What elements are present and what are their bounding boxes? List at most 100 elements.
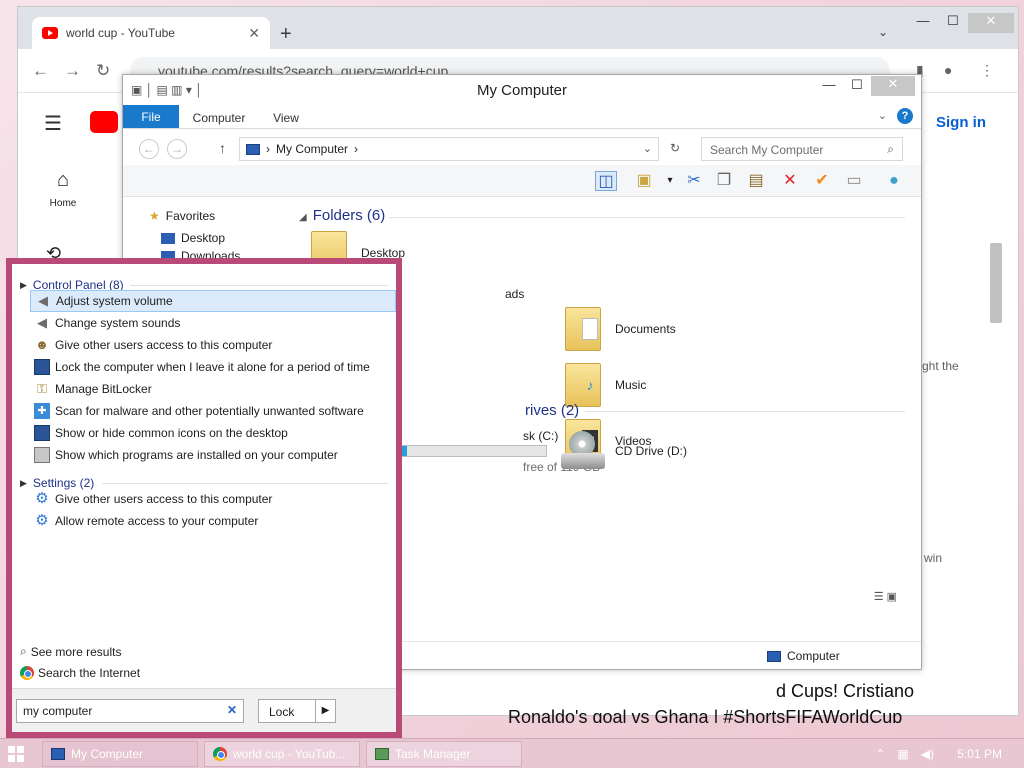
tab-close-icon[interactable]: ✕ [248,25,260,42]
clear-search-icon[interactable]: ✕ [227,703,237,717]
taskbar-item-chrome[interactable]: world cup - YouTub... [204,741,360,767]
result-give-users-access[interactable]: ☻ Give other users access to this comput… [30,334,396,356]
properties-icon[interactable]: ▣ [633,171,655,191]
explorer-maximize-icon[interactable]: ☐ [843,77,871,93]
help-icon[interactable]: ? [897,108,913,124]
explorer-back-icon[interactable]: ← [139,139,159,159]
drive-cd[interactable]: CD Drive (D:) [561,431,687,471]
folder-downloads[interactable]: ads [505,287,524,301]
checkmark-icon[interactable]: ✔ [811,171,833,191]
minimize-icon[interactable]: — [908,13,938,33]
group-divider [130,285,388,286]
network-icon[interactable]: ▦ [897,747,908,761]
result-label: Show which programs are installed on you… [55,448,338,462]
youtube-favicon-icon [42,27,58,39]
search-query-text: my computer [23,704,93,718]
video-result-title-2[interactable]: Ronaldo's goal vs Ghana | #ShortsFIFAWor… [508,707,902,723]
result-label: Show or hide common icons on the desktop [55,426,288,440]
power-options-arrow-icon[interactable]: ▶ [315,700,335,722]
show-hidden-icons-chevron-icon[interactable]: ⌃ [875,747,885,761]
more-dropdown-icon[interactable]: ▾ [659,171,681,191]
view-toggle-icons[interactable]: ☰ ▣ [874,590,897,603]
drives-group-label: rives (2) [525,402,580,419]
chrome-tab-youtube[interactable]: world cup - YouTube ✕ [32,17,270,49]
reload-icon[interactable]: ↻ [96,61,110,81]
folder-documents[interactable]: Documents [565,307,676,351]
chrome-menu-icon[interactable]: ⋮ [980,62,994,79]
start-search-results: ▶ Control Panel (8) ◀ Adjust system volu… [12,264,396,732]
drive-local-disk[interactable]: sk (C:) [523,429,558,443]
lock-button[interactable]: Lock ▶ [258,699,336,723]
documents-folder-icon [565,307,601,351]
paste-icon[interactable]: ▤ [745,171,767,191]
drives-group-header[interactable]: rives (2) [525,402,579,419]
sidebar-item-home[interactable]: ⌂ Home [28,169,98,209]
result-adjust-system-volume[interactable]: ◀ Adjust system volume [30,290,396,312]
network-globe-icon[interactable]: ● [883,171,905,191]
youtube-logo-icon[interactable] [90,111,118,133]
explorer-address-bar[interactable]: › My Computer › ⌄ ↻ [239,137,680,161]
back-arrow-icon[interactable]: ← [32,61,49,81]
forward-arrow-icon[interactable]: → [64,61,81,81]
sign-in-button[interactable]: Sign in [936,114,986,131]
delete-icon[interactable]: ✕ [779,171,801,191]
folders-group-header[interactable]: ◢ Folders (6) [299,207,385,224]
video-result-title[interactable]: d Cups! Cristiano [776,681,914,702]
tab-file[interactable]: File [123,105,179,128]
rename-icon[interactable]: ▭ [843,171,865,191]
see-more-label: See more results [30,644,122,659]
desktop-icon [161,232,175,244]
tab-computer[interactable]: Computer [179,105,259,128]
result-label: Lock the computer when I leave it alone … [55,360,370,374]
bitlocker-key-icon: ⚿ [37,381,47,396]
preview-pane-icon[interactable]: ◫ [595,171,617,191]
windows-start-icon[interactable] [8,746,24,762]
nav-favorites[interactable]: ★ Favorites [149,209,215,223]
new-tab-icon[interactable]: + [280,23,292,46]
up-arrow-icon[interactable]: ↑ [219,140,226,156]
search-internet-link[interactable]: Search the Internet [20,666,140,680]
result-manage-bitlocker[interactable]: ⚿ Manage BitLocker [30,378,396,400]
explorer-close-icon[interactable]: ✕ [871,76,915,96]
taskbar-item-task-manager[interactable]: Task Manager [366,741,522,767]
tab-search-chevron-icon[interactable]: ⌄ [878,25,888,39]
copy-icon[interactable]: ❐ [713,171,735,191]
start-search-footer: my computer ✕ Lock ▶ [12,688,396,732]
result-scan-malware[interactable]: ✚ Scan for malware and other potentially… [30,400,396,422]
status-computer-label: Computer [787,649,840,663]
hamburger-menu-icon[interactable]: ☰ [44,111,62,136]
monitor-icon [34,359,50,375]
result-lock-computer[interactable]: Lock the computer when I leave it alone … [30,356,396,378]
breadcrumb-my-computer[interactable]: My Computer [276,142,348,156]
see-more-results-link[interactable]: ⌕ See more results [20,644,121,659]
taskbar-item-my-computer[interactable]: My Computer [42,741,198,767]
search-icon: ⌕ [887,142,894,156]
result-settings-give-users-access[interactable]: ⚙ Give other users access to this comput… [30,488,396,510]
page-scrollbar[interactable] [990,243,1002,323]
cut-icon[interactable]: ✂ [683,171,705,191]
taskbar-clock[interactable]: 5:01 PM [957,747,1002,761]
nav-desktop[interactable]: Desktop [161,231,225,245]
profile-icon[interactable]: ● [944,62,952,78]
volume-icon[interactable]: ◀) [921,747,934,761]
folder-music[interactable]: ♪ Music [565,363,646,407]
music-note-icon: ♪ [586,377,594,393]
start-search-input[interactable]: my computer ✕ [16,699,244,723]
refresh-icon[interactable]: ↻ [670,141,680,155]
explorer-forward-icon[interactable]: → [167,139,187,159]
maximize-icon[interactable]: ☐ [938,13,968,33]
explorer-search-input[interactable]: Search My Computer ⌕ [701,137,903,161]
tab-view[interactable]: View [259,105,313,128]
result-installed-programs[interactable]: Show which programs are installed on you… [30,444,396,466]
explorer-minimize-icon[interactable]: — [815,77,843,92]
users-icon: ☻ [35,337,49,352]
result-allow-remote-access[interactable]: ⚙ Allow remote access to your computer [30,510,396,532]
ribbon-expand-chevron-icon[interactable]: ⌄ [878,109,887,122]
magnifier-icon: ⌕ [20,644,27,658]
result-show-hide-icons[interactable]: Show or hide common icons on the desktop [30,422,396,444]
close-window-icon[interactable]: ✕ [968,13,1014,33]
address-dropdown-icon[interactable]: ⌄ [643,142,652,155]
result-change-system-sounds[interactable]: ◀ Change system sounds [30,312,396,334]
chrome-browser-icon [213,747,227,761]
taskbar-label: My Computer [71,747,144,761]
